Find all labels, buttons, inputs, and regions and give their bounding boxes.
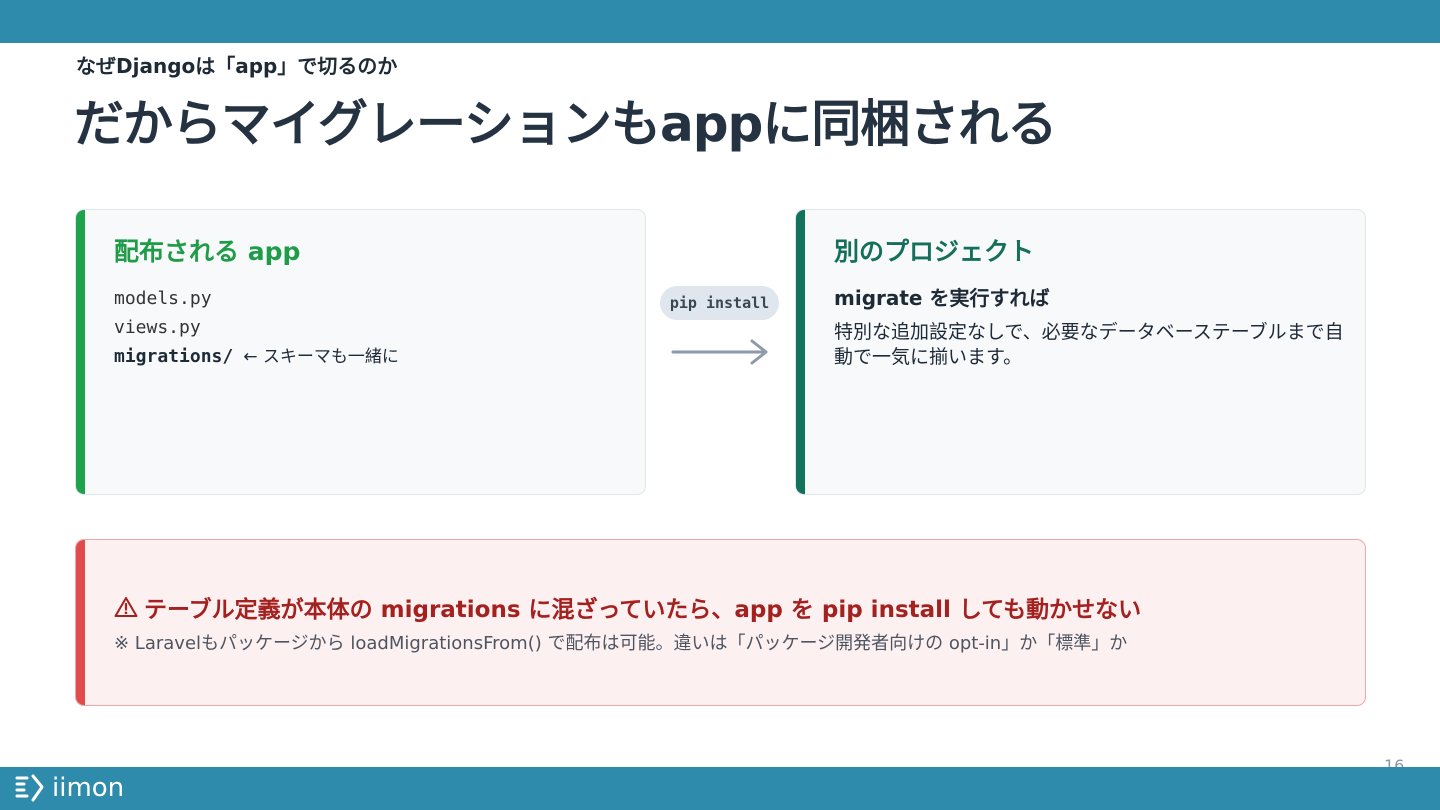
other-project-card: 別のプロジェクト migrate を実行すれば 特別な追加設定なしで、必要なデー… bbox=[795, 209, 1366, 495]
file-item: views.py bbox=[114, 313, 399, 342]
bottom-brand-bar bbox=[0, 767, 1440, 810]
file-item: migrations/ ← スキーマも一緒に bbox=[114, 342, 399, 371]
migrate-description: 特別な追加設定なしで、必要なデータベーステーブルまで自動で一気に揃います。 bbox=[834, 321, 1344, 368]
page-title: だからマイグレーションもappに同梱される bbox=[74, 95, 1057, 153]
iimon-logo: iimon bbox=[14, 772, 124, 804]
migrate-heading: migrate を実行すれば bbox=[834, 286, 1050, 310]
warning-heading: テーブル定義が本体の migrations に混ざっていたら、app を pip… bbox=[114, 590, 1141, 624]
file-name: models.py bbox=[114, 288, 212, 309]
warning-accent-stripe bbox=[76, 540, 85, 705]
warning-callout: テーブル定義が本体の migrations に混ざっていたら、app を pip… bbox=[75, 539, 1366, 706]
warning-note: ※ Laravelもパッケージから loadMigrationsFrom() で… bbox=[114, 633, 1128, 654]
warning-triangle-icon bbox=[114, 597, 138, 617]
section-subtitle: なぜDjangoは「app」で切るのか bbox=[76, 54, 398, 78]
file-list: models.py views.py migrations/ ← スキーマも一緒に bbox=[114, 284, 399, 371]
file-item: models.py bbox=[114, 284, 399, 313]
distributed-app-card: 配布される app models.py views.py migrations/… bbox=[75, 209, 646, 495]
file-name: views.py bbox=[114, 317, 201, 338]
iimon-logo-icon bbox=[15, 774, 44, 802]
card-heading: 別のプロジェクト bbox=[834, 237, 1035, 266]
file-note: ← スキーマも一緒に bbox=[243, 347, 399, 367]
file-name: migrations/ bbox=[114, 346, 234, 367]
arrow-right-icon bbox=[671, 339, 768, 365]
pip-install-badge: pip install bbox=[660, 286, 779, 320]
card-accent-stripe bbox=[76, 210, 85, 494]
warning-heading-text: テーブル定義が本体の migrations に混ざっていたら、app を pip… bbox=[144, 597, 1142, 623]
card-accent-stripe bbox=[796, 210, 805, 494]
top-brand-bar bbox=[0, 0, 1440, 43]
card-heading: 配布される app bbox=[114, 237, 301, 266]
logo-wordmark: iimon bbox=[52, 773, 125, 803]
